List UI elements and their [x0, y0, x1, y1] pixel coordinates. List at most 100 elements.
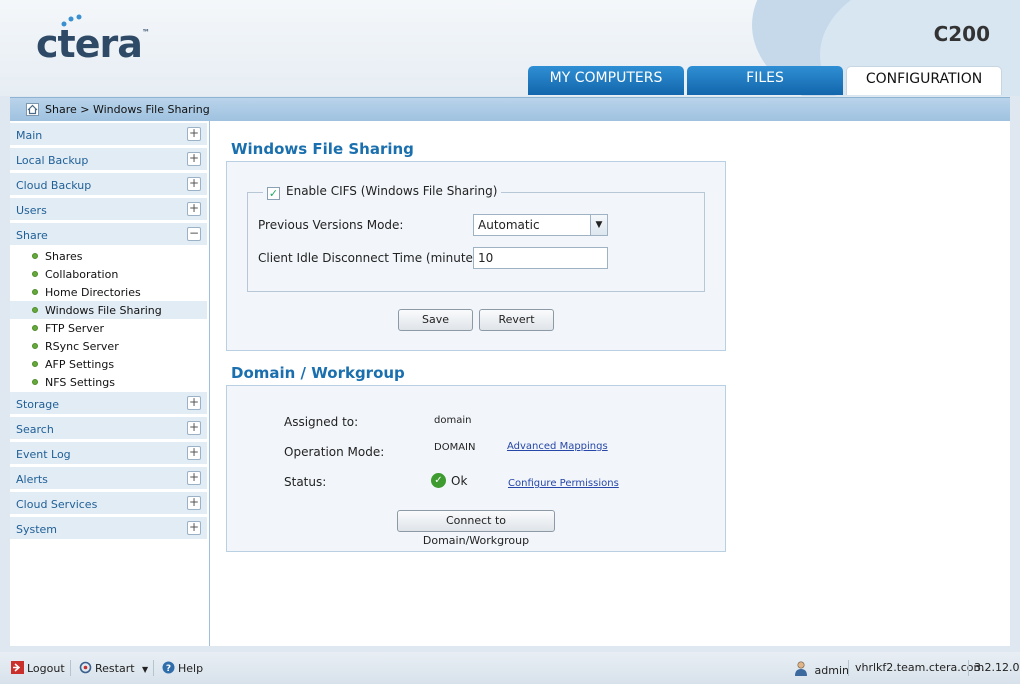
sidebar-subitem-label: AFP Settings: [45, 358, 115, 371]
sidebar-subitem-label: Collaboration: [45, 268, 119, 281]
app-header: ctera™ C200 MY COMPUTERS FILES CONFIGURA…: [0, 0, 1020, 96]
sidebar-item-share[interactable]: Share −: [10, 223, 207, 246]
sidebar-subitem-collaboration[interactable]: Collaboration: [10, 265, 207, 283]
expand-icon[interactable]: +: [187, 152, 201, 166]
restart-label: Restart: [95, 662, 135, 675]
sidebar-subitem-label: RSync Server: [45, 340, 119, 353]
sidebar-subitem-afp-settings[interactable]: AFP Settings: [10, 355, 207, 373]
sidebar-item-label: Users: [16, 204, 47, 217]
svg-text:?: ?: [166, 664, 171, 674]
sidebar-item-storage[interactable]: Storage +: [10, 392, 207, 415]
sidebar-item-users[interactable]: Users +: [10, 198, 207, 221]
ctera-logo: ctera™: [36, 22, 150, 66]
save-button[interactable]: Save: [398, 309, 473, 331]
sidebar-item-label: Storage: [16, 398, 60, 411]
expand-icon[interactable]: +: [187, 521, 201, 535]
user-menu[interactable]: admin: [794, 661, 849, 677]
expand-icon[interactable]: +: [187, 177, 201, 191]
assigned-to-label: Assigned to:: [284, 415, 359, 429]
firmware-version: 3.2.12.0: [974, 661, 1020, 674]
expand-icon[interactable]: +: [187, 202, 201, 216]
content-area: Windows File Sharing ✓ Enable CIFS (Windo…: [211, 121, 1010, 646]
breadcrumb: Share > Windows File Sharing: [45, 103, 210, 116]
sidebar-item-label: Event Log: [16, 448, 71, 461]
tab-my-computers[interactable]: MY COMPUTERS: [528, 66, 684, 95]
help-label: Help: [178, 662, 204, 675]
collapse-icon[interactable]: −: [187, 227, 201, 241]
host-name: vhrlkf2.team.ctera.com: [855, 661, 985, 674]
check-circle-icon: ✓: [431, 473, 446, 488]
configure-permissions-link[interactable]: Configure Permissions: [508, 478, 619, 489]
idle-disconnect-input[interactable]: 10: [473, 247, 608, 269]
bullet-icon: [32, 253, 38, 259]
sidebar-item-label: Search: [16, 423, 54, 436]
tab-files[interactable]: FILES: [687, 66, 843, 95]
main-frame: Main + Local Backup + Cloud Backup + Use…: [10, 121, 1010, 646]
sidebar-item-main[interactable]: Main +: [10, 123, 207, 146]
chevron-down-icon[interactable]: ▼: [142, 665, 148, 674]
enable-cifs-checkbox[interactable]: ✓: [267, 187, 280, 200]
cifs-legend: ✓ Enable CIFS (Windows File Sharing): [263, 184, 502, 200]
device-model: C200: [933, 22, 990, 46]
sidebar-item-system[interactable]: System +: [10, 517, 207, 540]
bullet-icon: [32, 343, 38, 349]
sidebar-subitem-shares[interactable]: Shares: [10, 247, 207, 265]
operation-mode-label: Operation Mode:: [284, 445, 385, 459]
sidebar-subitem-windows-file-sharing[interactable]: Windows File Sharing: [10, 301, 207, 319]
sidebar-subitem-ftp-server[interactable]: FTP Server: [10, 319, 207, 337]
idle-disconnect-label: Client Idle Disconnect Time (minutes):: [258, 251, 488, 265]
operation-mode-value: DOMAIN: [434, 442, 476, 453]
expand-icon[interactable]: +: [187, 471, 201, 485]
sidebar-item-local-backup[interactable]: Local Backup +: [10, 148, 207, 171]
footer-divider: [70, 660, 71, 676]
sidebar-item-label: Cloud Backup: [16, 179, 92, 192]
sidebar-item-search[interactable]: Search +: [10, 417, 207, 440]
sidebar-item-label: Local Backup: [16, 154, 89, 167]
logout-button[interactable]: Logout: [11, 661, 65, 675]
section-title-windows-file-sharing: Windows File Sharing: [231, 140, 414, 158]
sidebar-subitem-nfs-settings[interactable]: NFS Settings: [10, 373, 207, 391]
domain-workgroup-panel: Assigned to: domain Operation Mode: DOMA…: [226, 385, 726, 552]
expand-icon[interactable]: +: [187, 496, 201, 510]
chevron-down-icon[interactable]: ▼: [590, 215, 607, 235]
bullet-icon: [32, 325, 38, 331]
sidebar-subitem-label: FTP Server: [45, 322, 105, 335]
expand-icon[interactable]: +: [187, 421, 201, 435]
sidebar-item-alerts[interactable]: Alerts +: [10, 467, 207, 490]
sidebar-item-cloud-services[interactable]: Cloud Services +: [10, 492, 207, 515]
connect-domain-button[interactable]: Connect to Domain/Workgroup: [397, 510, 555, 547]
user-icon: [795, 661, 807, 676]
footer-divider: [968, 660, 969, 676]
home-icon[interactable]: [26, 103, 39, 116]
windows-file-sharing-panel: ✓ Enable CIFS (Windows File Sharing) Prev…: [226, 161, 726, 351]
sidebar-item-cloud-backup[interactable]: Cloud Backup +: [10, 173, 207, 196]
sidebar-subitem-label: Home Directories: [45, 286, 141, 299]
sidebar-subitem-rsync-server[interactable]: RSync Server: [10, 337, 207, 355]
status-label: Status:: [284, 475, 327, 489]
prev-versions-select[interactable]: Automatic ▼: [473, 214, 608, 236]
expand-icon[interactable]: +: [187, 446, 201, 460]
restart-button[interactable]: Restart ▼: [79, 661, 148, 675]
breadcrumb-bar: Share > Windows File Sharing: [10, 97, 1010, 121]
expand-icon[interactable]: +: [187, 127, 201, 141]
sidebar-item-label: Alerts: [16, 473, 48, 486]
sidebar-subitem-home-directories[interactable]: Home Directories: [10, 283, 207, 301]
expand-icon[interactable]: +: [187, 396, 201, 410]
sidebar-item-label: System: [16, 523, 58, 536]
restart-icon: [79, 661, 92, 674]
assigned-to-value: domain: [434, 415, 472, 426]
sidebar: Main + Local Backup + Cloud Backup + Use…: [10, 121, 210, 646]
footer-divider: [153, 660, 154, 676]
section-title-domain-workgroup: Domain / Workgroup: [231, 364, 405, 382]
sidebar-item-event-log[interactable]: Event Log +: [10, 442, 207, 465]
logout-label: Logout: [27, 662, 65, 675]
bullet-icon: [32, 379, 38, 385]
sidebar-subitem-label: NFS Settings: [45, 376, 115, 389]
help-button[interactable]: ? Help: [162, 661, 203, 675]
prev-versions-label: Previous Versions Mode:: [258, 218, 404, 232]
sidebar-item-label: Share: [16, 229, 48, 242]
bullet-icon: [32, 361, 38, 367]
tab-configuration[interactable]: CONFIGURATION: [846, 66, 1002, 95]
revert-button[interactable]: Revert: [479, 309, 554, 331]
advanced-mappings-link[interactable]: Advanced Mappings: [507, 441, 608, 452]
